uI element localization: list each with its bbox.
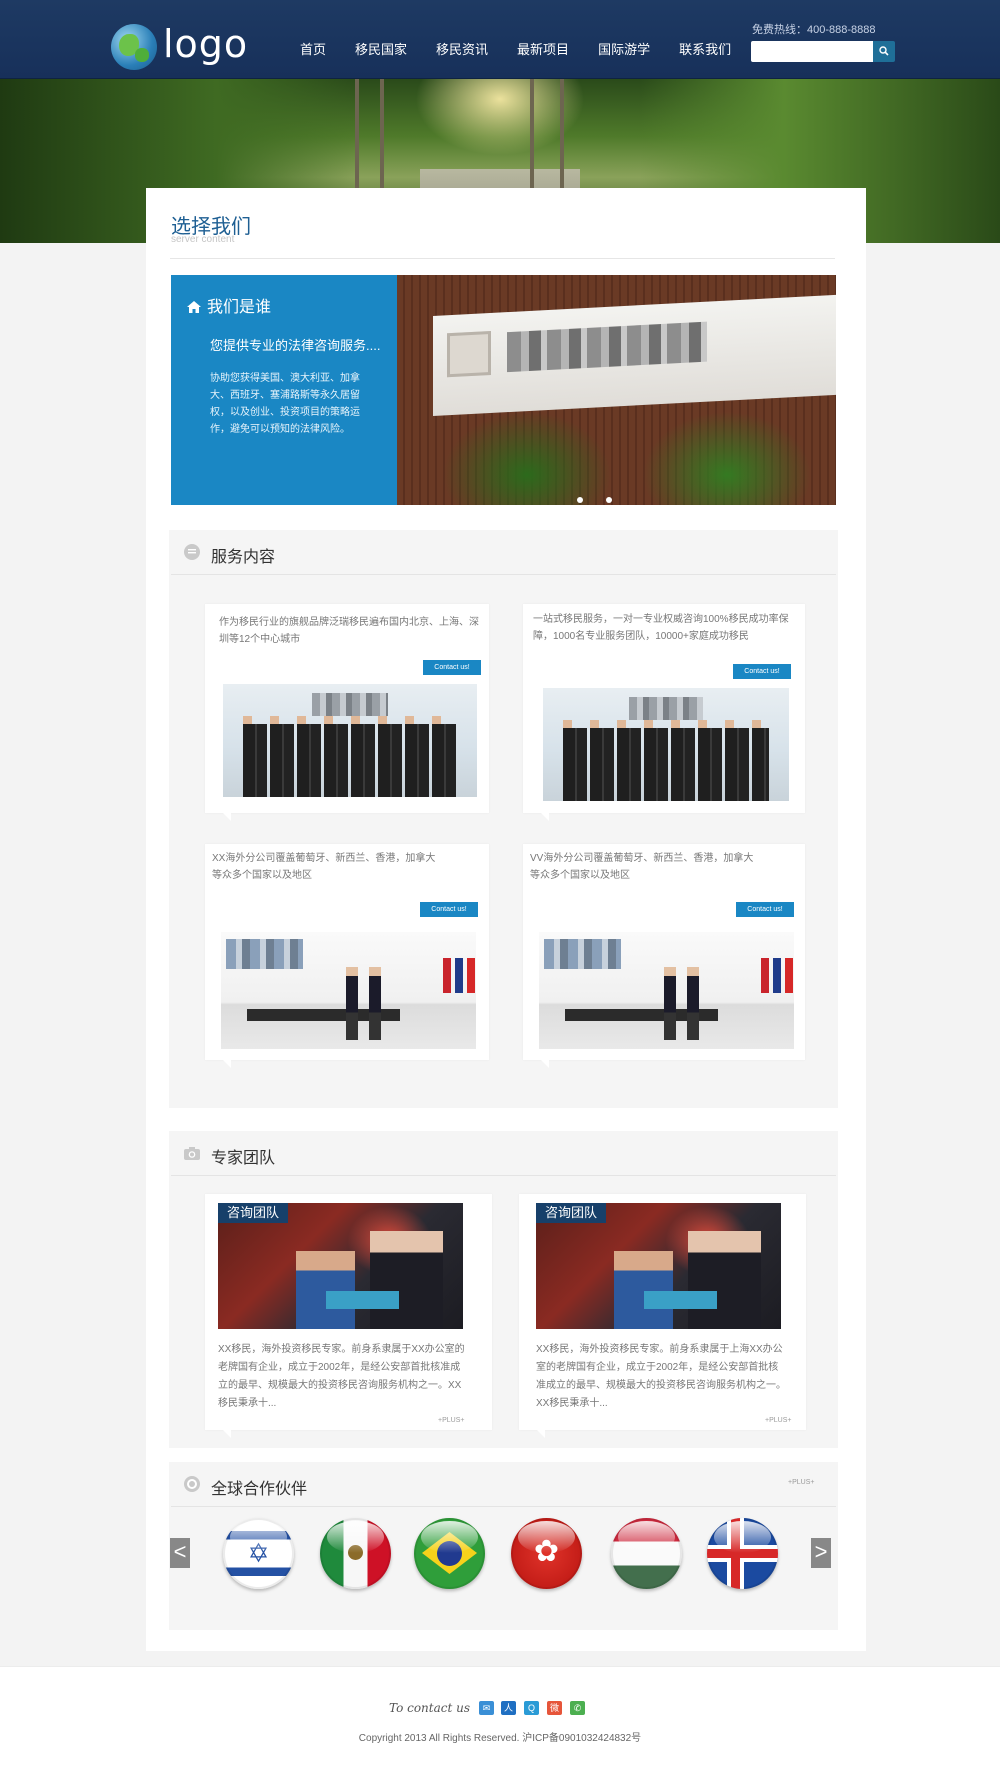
weibo-icon[interactable]: 微: [547, 1701, 562, 1715]
nav-item-study-tour[interactable]: 国际游学: [598, 40, 650, 60]
globe-logo-icon: [111, 24, 157, 70]
contact-us-button[interactable]: Contact us!: [733, 664, 791, 679]
slider-dots: [577, 490, 635, 508]
search-icon: [879, 46, 889, 56]
slide-heading: 我们是谁: [207, 299, 272, 316]
team-label: 咨询团队: [536, 1203, 607, 1223]
carousel-next-button[interactable]: >: [811, 1538, 831, 1568]
nav-item-projects[interactable]: 最新项目: [517, 40, 569, 60]
search-input[interactable]: [751, 41, 873, 62]
service-card: 一站式移民服务，一对一专业权威咨询100%移民成功率保障，1000名专业服务团队…: [523, 604, 805, 821]
slider-dot[interactable]: [577, 497, 583, 503]
contact-us-button[interactable]: Contact us!: [736, 902, 794, 917]
wechat-icon[interactable]: ✆: [570, 1701, 585, 1715]
site-header: logo 首页 移民国家 移民资讯 最新项目 国际游学 联系我们 免费热线：40…: [0, 0, 1000, 79]
hong-kong-flag-icon[interactable]: ✿: [511, 1518, 582, 1589]
team-group-photo: [223, 684, 477, 797]
slide-tagline: 您提供专业的法律咨询服务....: [210, 338, 381, 353]
carousel-prev-button[interactable]: <: [170, 1538, 190, 1568]
partners-section: 全球合作伙伴 +PLUS+ < > ✡ ✿: [169, 1462, 838, 1630]
renren-icon[interactable]: 人: [501, 1701, 516, 1715]
team-group-photo: [543, 688, 789, 801]
service-card-text: 一站式移民服务，一对一专业权威咨询100%移民成功率保障，1000名专业服务团队…: [533, 614, 789, 642]
mexico-flag-icon[interactable]: [320, 1518, 391, 1589]
expert-card: 咨询团队 XX移民，海外投资移民专家。前身系隶属于上海XX办公室的老牌国有企业，…: [519, 1194, 806, 1438]
team-label: 咨询团队: [218, 1203, 289, 1223]
main-nav: 首页 移民国家 移民资讯 最新项目 国际游学 联系我们: [300, 40, 760, 60]
search-button[interactable]: [873, 41, 895, 62]
site-logo[interactable]: logo: [111, 22, 251, 72]
hotline-text: 免费热线：400-888-8888: [752, 24, 876, 36]
chat-bubble-icon: [184, 544, 200, 560]
contact-label: To contact us: [389, 1701, 471, 1715]
services-section: 服务内容 作为移民行业的旗舰品牌泛瑞移民遍布国内北京、上海、深圳等12个中心城市…: [169, 530, 838, 1108]
target-circle-icon: [184, 1476, 200, 1492]
logo-text: logo: [163, 22, 249, 66]
service-card: XX海外分公司覆盖葡萄牙、新西兰、香港，加拿大等众多个国家以及地区 Contac…: [205, 844, 489, 1068]
service-card-text: VV海外分公司覆盖葡萄牙、新西兰、香港，加拿大等众多个国家以及地区: [530, 853, 754, 881]
slide-description: 协助您获得美国、澳大利亚、加拿大、西班牙、塞浦路斯等永久居留权，以及创业、投资项…: [210, 373, 360, 435]
services-title: 服务内容: [211, 549, 276, 566]
consulting-team-photo: 咨询团队: [218, 1203, 463, 1329]
more-link[interactable]: +PLUS+: [438, 1417, 464, 1424]
divider: [170, 258, 835, 259]
main-content: 选择我们 server content 我们是谁 您提供专业的法律咨询服务...…: [146, 188, 866, 1651]
mail-icon[interactable]: ✉: [479, 1701, 494, 1715]
expert-card: 咨询团队 XX移民，海外投资移民专家。前身系隶属于XX办公室的老牌国有企业，成立…: [205, 1194, 492, 1438]
israel-flag-icon[interactable]: ✡: [223, 1518, 294, 1589]
nav-item-news[interactable]: 移民资讯: [436, 40, 488, 60]
brazil-flag-icon[interactable]: [414, 1518, 485, 1589]
hungary-flag-icon[interactable]: [611, 1518, 682, 1589]
site-footer: To contact us ✉ 人 Q 微 ✆ Copyright 2013 A…: [0, 1666, 1000, 1765]
office-lobby-photo: [539, 932, 794, 1049]
nav-item-contact[interactable]: 联系我们: [679, 40, 731, 60]
search-box: [751, 41, 896, 62]
slide-text-panel: 我们是谁 您提供专业的法律咨询服务.... 协助您获得美国、澳大利亚、加拿大、西…: [171, 275, 397, 505]
about-slider[interactable]: 我们是谁 您提供专业的法律咨询服务.... 协助您获得美国、澳大利亚、加拿大、西…: [171, 275, 836, 505]
experts-title: 专家团队: [211, 1150, 276, 1167]
contact-us-button[interactable]: Contact us!: [420, 902, 478, 917]
experts-section: 专家团队 咨询团队 XX移民，海外投资移民专家。前身系隶属于XX办公室的老牌国有…: [169, 1131, 838, 1448]
section-subtitle-about: server content: [171, 234, 235, 245]
service-card-text: XX海外分公司覆盖葡萄牙、新西兰、香港，加拿大等众多个国家以及地区: [212, 853, 436, 881]
service-card-text: 作为移民行业的旗舰品牌泛瑞移民遍布国内北京、上海、深圳等12个中心城市: [219, 617, 479, 645]
contact-us-button[interactable]: Contact us!: [423, 660, 481, 675]
expert-card-text: XX移民，海外投资移民专家。前身系隶属于上海XX办公室的老牌国有企业，成立于20…: [536, 1344, 786, 1409]
office-lobby-photo: [221, 932, 476, 1049]
more-link[interactable]: +PLUS+: [765, 1417, 791, 1424]
copyright-text: Copyright 2013 All Rights Reserved. 沪ICP…: [358, 1733, 642, 1744]
qq-icon[interactable]: Q: [524, 1701, 539, 1715]
service-card: 作为移民行业的旗舰品牌泛瑞移民遍布国内北京、上海、深圳等12个中心城市 Cont…: [205, 604, 489, 821]
service-card: VV海外分公司覆盖葡萄牙、新西兰、香港，加拿大等众多个国家以及地区 Contac…: [523, 844, 805, 1068]
more-link[interactable]: +PLUS+: [788, 1479, 814, 1486]
home-icon: [187, 301, 201, 313]
partners-title: 全球合作伙伴: [211, 1481, 308, 1498]
iceland-flag-icon[interactable]: [707, 1518, 778, 1589]
office-reception-photo: [397, 275, 836, 505]
camera-icon: [184, 1147, 200, 1160]
nav-item-home[interactable]: 首页: [300, 40, 326, 60]
slider-dot[interactable]: [606, 497, 612, 503]
nav-item-countries[interactable]: 移民国家: [355, 40, 407, 60]
expert-card-text: XX移民，海外投资移民专家。前身系隶属于XX办公室的老牌国有企业，成立于2002…: [218, 1344, 465, 1409]
consulting-team-photo: 咨询团队: [536, 1203, 781, 1329]
